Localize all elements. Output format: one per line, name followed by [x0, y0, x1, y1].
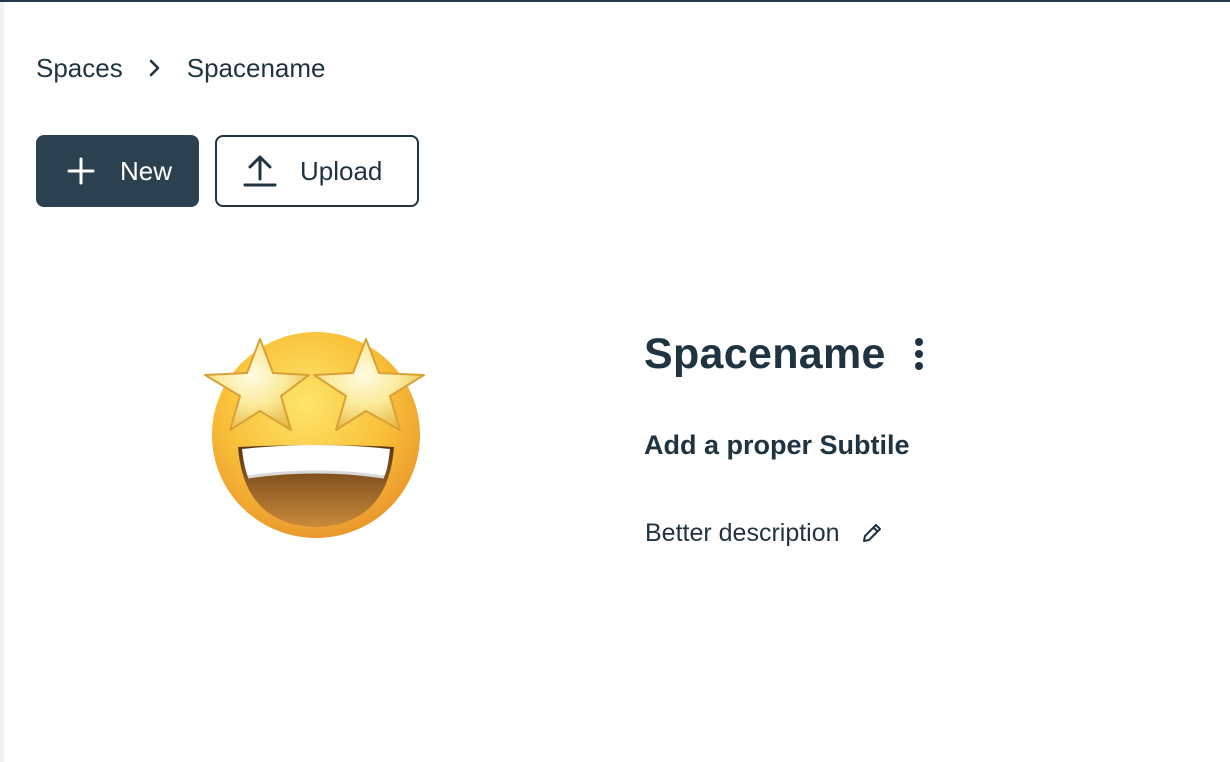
breadcrumb-item-spaces[interactable]: Spaces — [36, 53, 123, 84]
plus-icon — [66, 156, 96, 186]
upload-button-label: Upload — [300, 155, 383, 186]
new-button-label: New — [120, 155, 173, 186]
breadcrumb: Spaces Spacename — [36, 50, 326, 86]
toolbar: New Upload — [36, 135, 419, 207]
pencil-icon[interactable] — [860, 521, 884, 545]
upload-icon — [242, 153, 278, 189]
space-subtitle: Add a proper Subtile — [644, 430, 910, 460]
left-border — [0, 2, 4, 762]
space-title: Spacename — [644, 329, 886, 378]
top-border — [0, 0, 1230, 2]
upload-button[interactable]: Upload — [215, 135, 419, 207]
chevron-right-icon — [145, 58, 165, 78]
space-description: Better description — [645, 518, 840, 547]
star-struck-emoji — [198, 325, 434, 543]
description-row: Better description — [645, 515, 884, 551]
space-title-row: Spacename — [644, 326, 926, 382]
breadcrumb-item-current[interactable]: Spacename — [187, 53, 326, 84]
new-button[interactable]: New — [36, 135, 199, 207]
kebab-menu-icon[interactable] — [912, 334, 926, 374]
